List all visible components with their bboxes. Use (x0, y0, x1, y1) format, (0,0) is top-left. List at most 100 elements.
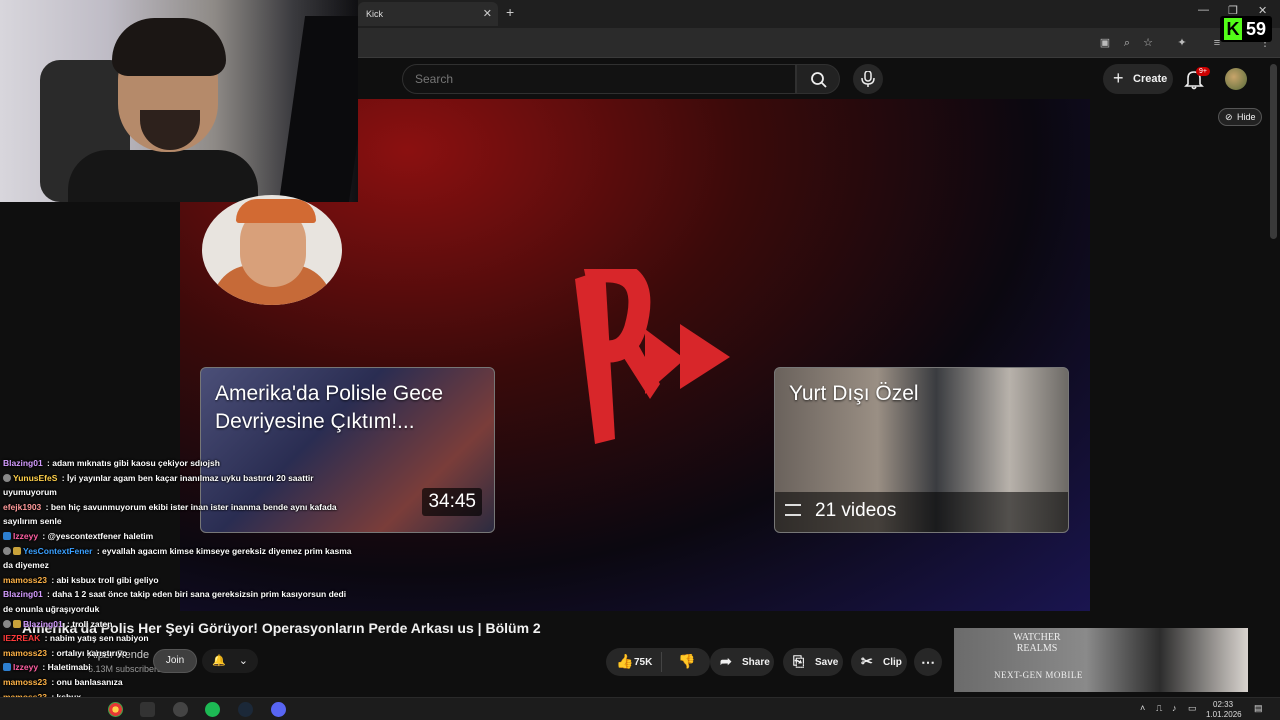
windows-taskbar: ˄ ⎍ ♪ ▭ 02:33 1.01.2026 ▤ (0, 697, 1280, 720)
hide-chat-button[interactable]: ⊘ Hide (1218, 108, 1262, 126)
featured-playlist-card[interactable]: Yurt Dışı Özel 21 videos (774, 367, 1069, 533)
playlist-count-bar: 21 videos (775, 492, 1068, 532)
viewer-count: 59 (1246, 19, 1267, 39)
notification-center-icon[interactable]: ▤ (1254, 703, 1263, 714)
chat-badge-icon (3, 473, 11, 482)
chat-username: mamoss23 (3, 647, 47, 658)
obs-icon[interactable] (173, 702, 188, 717)
tab-kick[interactable]: Kick ✕ (358, 2, 498, 26)
chat-message: efejk1903 : ben hiç savunmuyorum ekibi i… (3, 501, 337, 527)
ad-brand-line1: WATCHER (1013, 632, 1061, 643)
volume-icon[interactable]: ♪ (1172, 703, 1177, 713)
clip-label: Clip (883, 657, 902, 668)
youtuber-face-overlay (202, 195, 342, 305)
tab-title: Kick (366, 9, 384, 19)
thumbs-up-icon: 👍 (616, 653, 634, 669)
app-icon[interactable] (140, 702, 155, 717)
youtuber-cap (236, 199, 316, 223)
chat-username: Blazing01 (23, 618, 63, 629)
chat-text: daha 1 2 saat önce takip eden biri sana … (3, 589, 347, 614)
chat-message: YunusEfeS : İyi yayınlar agam ben kaçar … (3, 472, 314, 498)
save-label: Save (815, 657, 839, 668)
chat-username: efejk1903 (3, 501, 42, 512)
chat-text: abi ksbux troll gibi geliyo (56, 574, 159, 585)
background-monitor (278, 16, 358, 202)
search-input[interactable] (402, 64, 796, 94)
chat-username: mamoss23 (3, 574, 47, 585)
chat-username: Blazing01 (3, 589, 43, 600)
save-button[interactable]: ⎘ Save (783, 648, 843, 676)
chat-badge-icon (3, 531, 11, 540)
chat-message: mamoss23 : onu banlasanıza (3, 676, 123, 687)
sidebar-ad-card[interactable]: WATCHER REALMS NEXT-GEN MOBILE (954, 628, 1248, 692)
chat-message: Izzeyy : Haletimabi (0, 660, 356, 675)
bookmark-icon: ⎘ (793, 653, 805, 669)
chat-text: Haletimabi (47, 662, 91, 673)
extensions-icon[interactable]: ✦ (1175, 36, 1189, 50)
streamer-body (68, 150, 258, 202)
voice-search-button[interactable] (853, 64, 883, 94)
zoom-icon[interactable]: ⌕ (1120, 36, 1134, 50)
more-icon: ⋯ (921, 654, 935, 670)
spotify-icon[interactable] (205, 702, 220, 717)
create-button[interactable]: + Create (1103, 64, 1173, 94)
cast-icon[interactable]: ▣ (1098, 36, 1112, 50)
ad-brand: WATCHER REALMS (1002, 632, 1072, 654)
ad-tagline: NEXT-GEN MOBILE (994, 670, 1083, 680)
chat-text: @yescontextfener haletim (47, 530, 154, 541)
scissors-icon: ✂ (861, 653, 873, 669)
chat-text: ortalıyı karıştırıyo (56, 647, 128, 658)
chat-text: nabim yatış sen nabiyon (49, 633, 149, 644)
chat-badge-icon (3, 619, 11, 628)
tray-chevron-icon[interactable]: ˄ (1140, 703, 1145, 713)
chat-message: IEZREAK : nabim yatış sen nabiyon (3, 633, 149, 644)
stream-chat: Blazing01 : adam mıknatıs gibi kaosu çek… (0, 456, 356, 704)
chat-message: YesContextFener : eyvallah agacım kimse … (3, 545, 352, 571)
eye-off-icon: ⊘ (1225, 112, 1233, 122)
chat-text: ben hiç savunmuyorum ekibi ister inan is… (3, 501, 337, 527)
new-tab-button[interactable]: + (506, 4, 514, 20)
minimize-button[interactable]: — (1198, 4, 1209, 16)
bookmark-star-icon[interactable]: ☆ (1141, 36, 1155, 50)
network-icon[interactable]: ▭ (1188, 703, 1197, 714)
chrome-icon[interactable] (108, 702, 123, 717)
featured-playlist-title: Yurt Dışı Özel (789, 382, 919, 405)
chat-username: YunusEfeS (13, 472, 58, 483)
streamer-webcam (0, 0, 358, 202)
chat-username: Izzeyy (13, 662, 39, 673)
chat-message: Blazing01 : troll zaten (0, 617, 356, 632)
share-icon: ➦ (720, 653, 732, 669)
streamer-hair (112, 18, 226, 76)
chat-text: adam mıknatıs gibi kaosu çekiyor sdıojsh (52, 458, 220, 468)
hide-label: Hide (1237, 112, 1256, 122)
playlist-icon (785, 504, 801, 516)
thumbs-down-icon[interactable]: 👎 (678, 653, 695, 670)
tab-close-icon[interactable]: ✕ (483, 7, 492, 20)
kick-logo-icon: K (1224, 18, 1242, 40)
chat-text: onu banlasanıza (56, 676, 123, 687)
chat-badge-icon (3, 546, 11, 555)
steam-icon[interactable] (238, 702, 253, 717)
share-button[interactable]: ➦ Share (710, 648, 774, 676)
search-button[interactable] (796, 64, 840, 94)
chat-message: mamoss23 : ortalıyı karıştırıyo (3, 647, 128, 658)
account-avatar[interactable] (1225, 68, 1247, 90)
featured-video-duration: 34:45 (422, 488, 482, 516)
kick-viewer-badge: K 59 (1220, 16, 1272, 42)
microphone-tray-icon[interactable]: ⎍ (1156, 703, 1162, 714)
clip-button[interactable]: ✂ Clip (851, 648, 907, 676)
chat-message: Blazing01 : daha 1 2 saat önce takip ede… (3, 589, 347, 614)
more-actions-button[interactable]: ⋯ (914, 648, 942, 676)
like-button[interactable]: 👍 75K 👎 (606, 648, 710, 676)
chat-badge-icon (3, 663, 11, 672)
taskbar-date[interactable]: 1.01.2026 (1206, 710, 1242, 719)
playlist-count: 21 videos (815, 500, 897, 521)
chat-message: Blazing01 : adam mıknatıs gibi kaosu çek… (3, 458, 220, 468)
search-icon (811, 72, 827, 88)
page-scrollbar[interactable] (1270, 64, 1277, 239)
chat-username: Blazing01 (3, 458, 43, 468)
taskbar-time[interactable]: 02:33 (1213, 700, 1233, 709)
ad-brand-line2: REALMS (1016, 643, 1058, 654)
chat-username: mamoss23 (3, 676, 47, 687)
discord-icon[interactable] (271, 702, 286, 717)
